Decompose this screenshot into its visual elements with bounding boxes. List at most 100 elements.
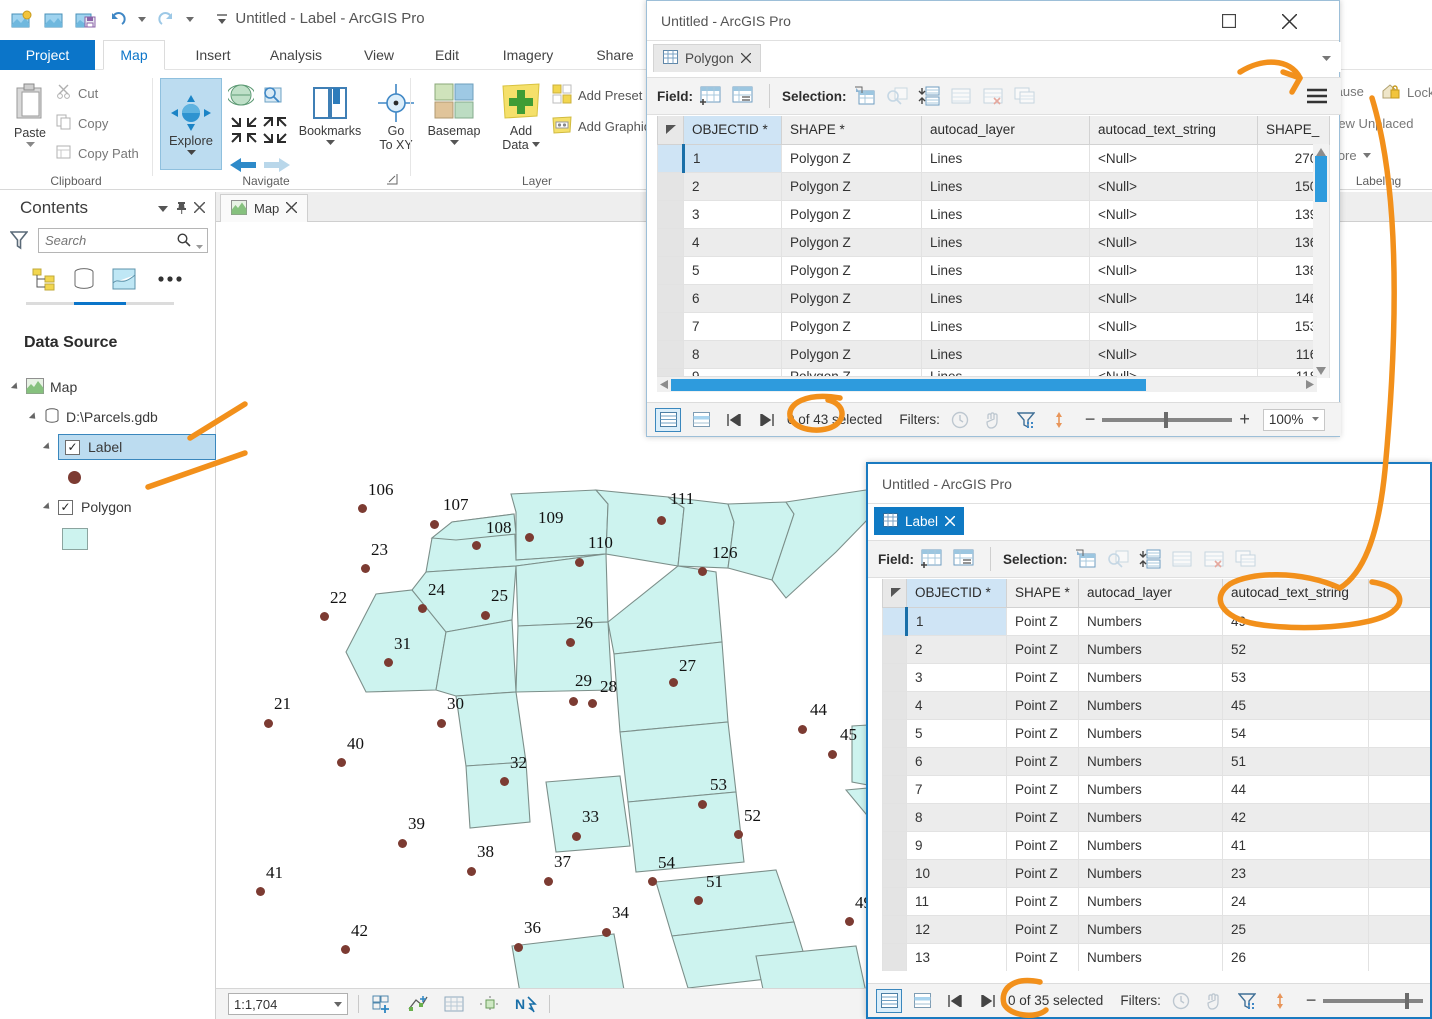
table-row[interactable]: 4 Point Z Numbers 45: [882, 690, 1430, 720]
range-filter-icon[interactable]: [1201, 989, 1227, 1013]
add-graphics-button[interactable]: Add Graphic: [552, 116, 650, 137]
cell-extra[interactable]: [1368, 830, 1430, 860]
add-preset-button[interactable]: Add Preset: [552, 84, 657, 107]
cell-extra[interactable]: [1368, 886, 1430, 916]
cell-autocad-text-string[interactable]: <Null>: [1089, 199, 1258, 229]
cell-autocad-text-string[interactable]: 25: [1222, 914, 1369, 944]
cell-autocad-text-string[interactable]: 52: [1222, 634, 1369, 664]
cell-shape[interactable]: Polygon Z: [781, 283, 922, 313]
cell-autocad-text-string[interactable]: <Null>: [1089, 283, 1258, 313]
cell-objectid[interactable]: 7: [683, 311, 782, 341]
tree-item-map[interactable]: Map: [6, 372, 216, 402]
list-by-drawing-order-icon[interactable]: [26, 262, 62, 296]
cell-extra[interactable]: [1368, 718, 1430, 748]
cell-autocad-layer[interactable]: Lines: [921, 255, 1090, 285]
cell-extra[interactable]: [1368, 802, 1430, 832]
add-field-icon[interactable]: [918, 546, 946, 572]
selected-records-view-icon[interactable]: [909, 989, 935, 1013]
tree-item-polygon-layer[interactable]: ✓ Polygon: [6, 492, 216, 522]
switch-selection-icon[interactable]: [1136, 546, 1164, 572]
polygon-hscrollbar[interactable]: [657, 376, 1317, 392]
tab-analysis[interactable]: Analysis: [250, 40, 342, 70]
row-header[interactable]: [882, 942, 907, 971]
tab-map[interactable]: Map: [103, 40, 165, 70]
map-point[interactable]: [430, 520, 439, 529]
cell-shape[interactable]: Polygon Z: [781, 339, 922, 369]
zoom-slider[interactable]: [1102, 411, 1233, 428]
map-point[interactable]: [500, 777, 509, 786]
row-header[interactable]: [657, 339, 684, 369]
expand-triangle-icon[interactable]: [42, 500, 56, 514]
expand-triangle-icon[interactable]: [28, 410, 42, 424]
map-point[interactable]: [734, 830, 743, 839]
cell-objectid[interactable]: 5: [683, 255, 782, 285]
cell-objectid[interactable]: 4: [906, 690, 1007, 720]
map-point[interactable]: [525, 533, 534, 542]
close-contents-icon[interactable]: [193, 201, 206, 216]
cell-shape[interactable]: Polygon Z: [781, 311, 922, 341]
map-point[interactable]: [588, 699, 597, 708]
copy-selection-icon[interactable]: [1232, 546, 1260, 572]
cell-autocad-layer[interactable]: Lines: [921, 227, 1090, 257]
cell-autocad-layer[interactable]: Numbers: [1078, 942, 1223, 971]
close-icon[interactable]: [740, 51, 752, 66]
col-objectid[interactable]: OBJECTID *: [683, 116, 782, 145]
tab-edit[interactable]: Edit: [418, 40, 476, 70]
polygon-vscrollbar[interactable]: [1313, 144, 1329, 378]
cell-autocad-layer[interactable]: Numbers: [1078, 774, 1223, 804]
cell-shape[interactable]: Point Z: [1006, 942, 1079, 971]
map-point[interactable]: [798, 725, 807, 734]
close-icon[interactable]: [285, 201, 298, 216]
table-row[interactable]: 10 Point Z Numbers 23: [882, 858, 1430, 888]
cell-autocad-layer[interactable]: Numbers: [1078, 662, 1223, 692]
col-autocad-text-string[interactable]: autocad_text_string: [1089, 116, 1258, 145]
search-input-wrap[interactable]: [38, 228, 208, 253]
table-view-icon[interactable]: [876, 988, 902, 1013]
cell-objectid[interactable]: 2: [683, 171, 782, 201]
cell-objectid[interactable]: 1: [905, 606, 1007, 636]
map-point[interactable]: [566, 638, 575, 647]
selected-records-view-icon[interactable]: [688, 408, 714, 432]
map-point[interactable]: [320, 612, 329, 621]
table-row[interactable]: 1 Polygon Z Lines <Null> 270.: [657, 143, 1330, 173]
map-point[interactable]: [467, 867, 476, 876]
cell-objectid[interactable]: 3: [906, 662, 1007, 692]
cell-autocad-layer[interactable]: Numbers: [1078, 606, 1223, 636]
list-by-data-source-icon[interactable]: [66, 262, 102, 296]
paste-button[interactable]: Paste: [8, 82, 52, 148]
select-all-corner[interactable]: [657, 116, 684, 145]
cell-shape[interactable]: Point Z: [1006, 746, 1079, 776]
table-row[interactable]: 5 Polygon Z Lines <Null> 138.: [657, 255, 1330, 285]
map-point[interactable]: [398, 839, 407, 848]
lock-labels-button[interactable]: Lock: [1381, 82, 1432, 103]
cell-autocad-layer[interactable]: Numbers: [1078, 914, 1223, 944]
cell-autocad-layer[interactable]: Numbers: [1078, 746, 1223, 776]
cell-autocad-layer[interactable]: Lines: [921, 143, 1090, 173]
row-header[interactable]: [657, 143, 684, 173]
cell-autocad-text-string[interactable]: 26: [1222, 942, 1369, 971]
cell-autocad-layer[interactable]: Lines: [921, 311, 1090, 341]
cell-extra[interactable]: [1368, 858, 1430, 888]
row-header[interactable]: [657, 171, 684, 201]
cell-shape[interactable]: Point Z: [1006, 634, 1079, 664]
filter-selection-icon[interactable]: [1013, 408, 1039, 432]
clear-selection-icon[interactable]: [947, 83, 975, 109]
cell-autocad-layer[interactable]: Lines: [921, 339, 1090, 369]
cell-objectid[interactable]: 10: [906, 858, 1007, 888]
row-header[interactable]: [882, 662, 907, 692]
map-point[interactable]: [648, 877, 657, 886]
cell-autocad-text-string[interactable]: <Null>: [1089, 311, 1258, 341]
cell-shape[interactable]: Polygon Z: [781, 199, 922, 229]
cell-autocad-text-string[interactable]: 51: [1222, 746, 1369, 776]
cell-objectid[interactable]: 3: [683, 199, 782, 229]
cell-shape[interactable]: Polygon Z: [781, 227, 922, 257]
contents-menu-icon[interactable]: [158, 201, 168, 216]
cell-shape[interactable]: Point Z: [1006, 606, 1079, 636]
cell-objectid[interactable]: 6: [683, 283, 782, 313]
map-point[interactable]: [845, 917, 854, 926]
map-point[interactable]: [698, 567, 707, 576]
cell-extra[interactable]: [1368, 606, 1430, 636]
sync-icon[interactable]: [1046, 408, 1072, 432]
table-row[interactable]: 7 Polygon Z Lines <Null> 153.: [657, 311, 1330, 341]
row-header[interactable]: [657, 227, 684, 257]
